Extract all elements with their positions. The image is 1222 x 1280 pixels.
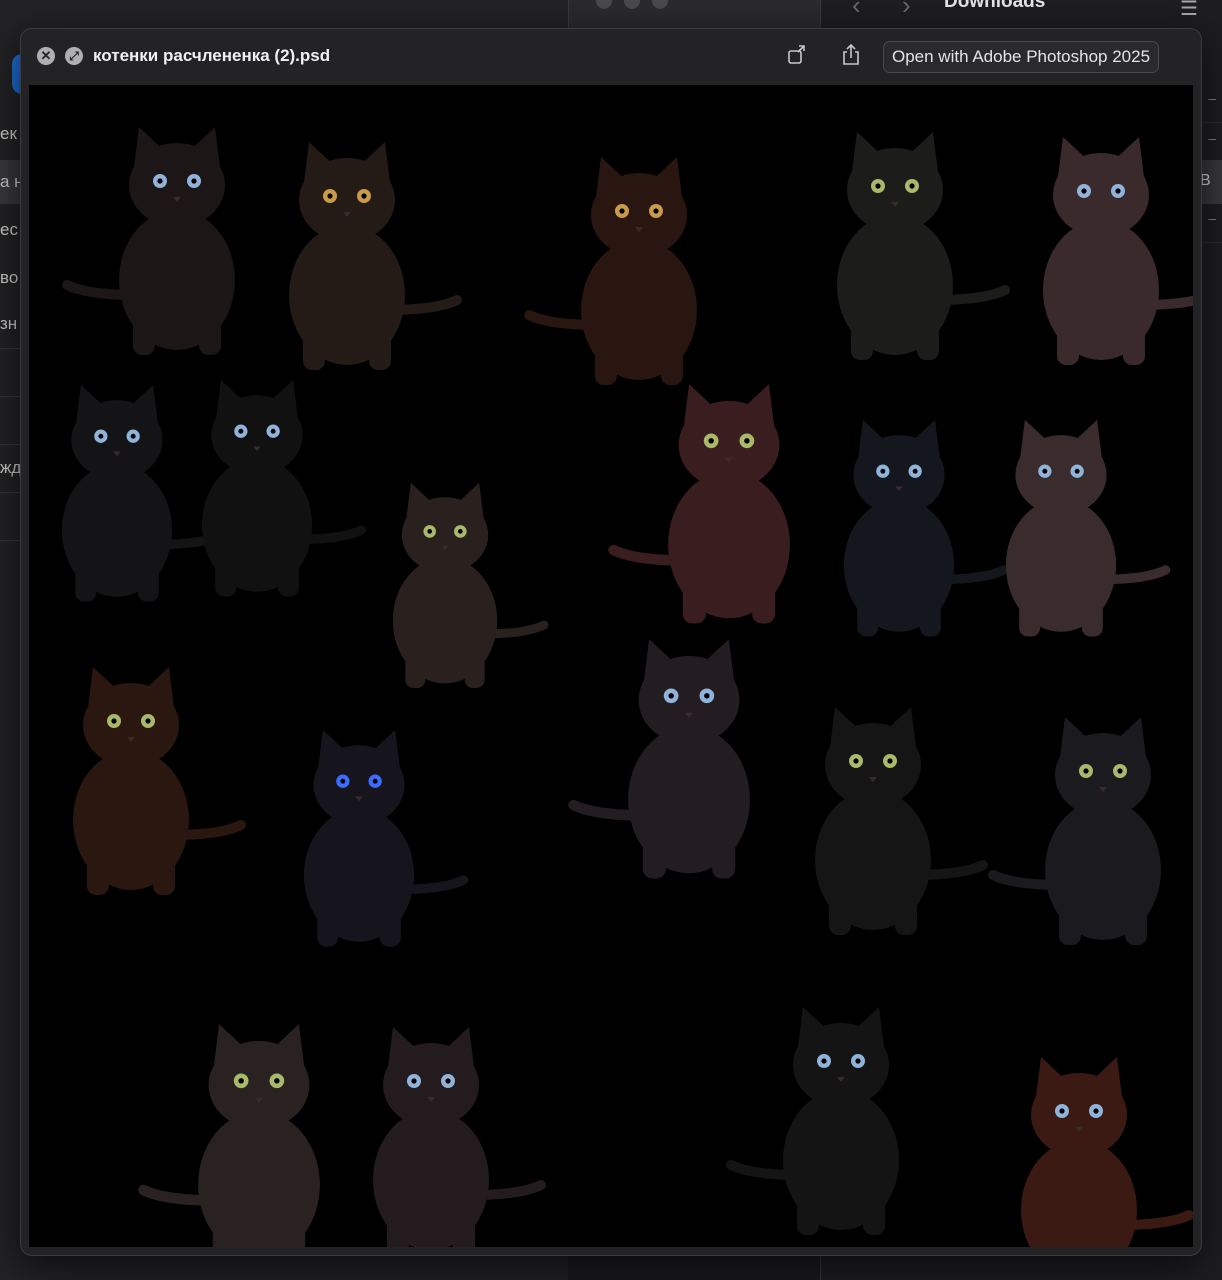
quicklook-titlebar: ✕ ⤢ котенки расчлененка (2).psd Open wit… [21,29,1201,84]
kitten [1021,1057,1193,1247]
kitten [1043,137,1193,365]
kitten [837,132,1010,360]
fullscreen-icon[interactable]: ⤢ [65,47,83,65]
kitten [568,639,750,879]
kitten [524,157,697,385]
sidebar-divider [0,540,22,541]
sidebar-item[interactable]: ек [0,124,17,144]
kittens-image [61,127,1193,1247]
list-view-icon[interactable]: ☰ [1180,0,1198,21]
open-with-photoshop-button[interactable]: Open with Adobe Photoshop 2025 [883,41,1160,73]
sidebar-divider [0,444,22,445]
kitten [62,127,235,355]
kitten [726,1007,899,1235]
file-title: котенки расчлененка (2).psd [93,46,331,65]
kitten [843,419,1009,637]
sidebar-item[interactable]: жд [0,458,21,478]
rotate-icon[interactable] [785,43,809,67]
background-window-title: Downloads [944,0,1046,12]
sidebar-item[interactable]: зн [0,314,17,334]
kitten [815,707,988,935]
kitten [138,1024,320,1247]
kitten [608,384,790,624]
forward-icon[interactable]: › [902,0,911,21]
back-icon[interactable]: ‹ [852,0,861,21]
sidebar-divider [0,396,22,397]
image-preview [29,85,1193,1247]
kitten [201,379,367,597]
kitten [1005,419,1171,637]
share-icon[interactable] [839,43,863,67]
kitten [73,667,246,895]
kitten [289,142,462,370]
kitten [61,384,227,602]
sidebar-divider [0,348,22,349]
sidebar-item[interactable]: во [0,268,18,288]
quicklook-panel: ✕ ⤢ котенки расчлененка (2).psd Open wit… [20,28,1202,1256]
kitten [392,482,549,688]
sidebar-item[interactable]: ес [0,220,18,240]
kitten [988,717,1161,945]
kitten [303,729,469,947]
sidebar-divider [0,492,22,493]
close-icon[interactable]: ✕ [37,47,55,65]
kitten [373,1027,546,1247]
